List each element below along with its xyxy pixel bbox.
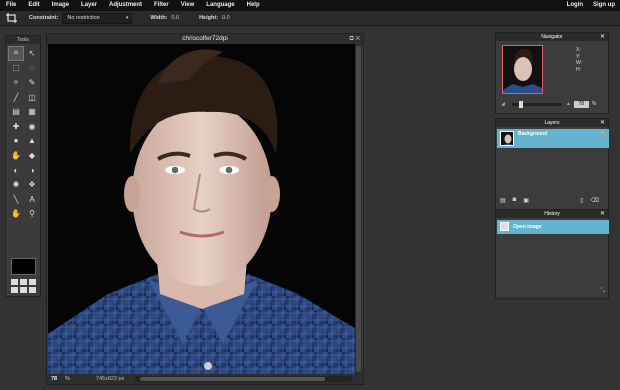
document-titlebar: chriscolfer72dpi ⧉ ✕: [47, 34, 363, 44]
zoom-input[interactable]: 78: [51, 376, 65, 382]
menu-filter[interactable]: Filter: [148, 0, 175, 11]
height-label: Height:: [199, 15, 219, 21]
history-row[interactable]: Open image: [497, 220, 609, 234]
tools-panel: Tools ⌗ ↖ ⬚ ◌ ✧ ✎ ╱ ◫ ▤ ▦ ✚ ◉ ● ▲ ✋ ◆ ◐ ◑ ✺ ❖ ╲ A ✋ ⚲: [5, 35, 41, 297]
menu-help[interactable]: Help: [241, 0, 266, 11]
y-label: Y:: [576, 53, 581, 60]
close-icon[interactable]: ✕: [600, 210, 605, 218]
tools-title: Tools: [6, 36, 40, 44]
close-icon[interactable]: ✕: [600, 33, 605, 41]
x-label: X:: [576, 47, 581, 53]
vertical-scrollbar[interactable]: [355, 44, 362, 374]
brush-icon[interactable]: ╱: [8, 90, 24, 105]
signup-link[interactable]: Sign up: [588, 0, 620, 11]
burn-icon[interactable]: ◑: [24, 163, 40, 178]
layers-footer: ▤ ◙ ▣ ▯ ⌫: [500, 196, 606, 204]
zoom-slider[interactable]: [511, 100, 562, 108]
lasso-icon[interactable]: ◌: [24, 61, 40, 76]
portrait-image: [48, 44, 356, 374]
close-icon[interactable]: ✕: [355, 36, 360, 42]
move-icon[interactable]: ↖: [24, 46, 40, 61]
zoom-unit: %: [65, 376, 70, 382]
gradient-icon[interactable]: ▦: [24, 104, 40, 119]
tool-grid: ⌗ ↖ ⬚ ◌ ✧ ✎ ╱ ◫ ▤ ▦ ✚ ◉ ● ▲ ✋ ◆ ◐ ◑ ✺ ❖ ╲ A ✋ ⚲: [6, 44, 40, 223]
grid-view-icon[interactable]: [11, 279, 36, 293]
layer-settings-icon[interactable]: ▤: [500, 197, 506, 204]
menu-edit[interactable]: Edit: [22, 0, 45, 11]
color-swatch[interactable]: [11, 258, 36, 275]
eraser-icon[interactable]: ◫: [24, 90, 40, 105]
document-statusbar: 78 % 745x823 px: [47, 374, 363, 384]
navigator-zoom-row: ◢ ▲ 78 %: [501, 100, 605, 108]
login-link[interactable]: Login: [562, 0, 588, 11]
options-bar: Constraint: No restriction ▾ Width: 0.0 …: [0, 11, 620, 26]
bloat-icon[interactable]: ✺: [8, 177, 24, 192]
pinch-icon[interactable]: ❖: [24, 177, 40, 192]
type-icon[interactable]: A: [24, 192, 40, 207]
width-value[interactable]: 0.0: [171, 15, 179, 21]
open-image-icon: [500, 222, 509, 231]
layer-row[interactable]: Background 🔒: [497, 129, 609, 148]
dodge-icon[interactable]: ◐: [8, 163, 24, 178]
horizontal-scrollbar[interactable]: [134, 376, 353, 382]
height-value[interactable]: 0.0: [222, 15, 230, 21]
image-canvas[interactable]: [48, 44, 356, 374]
smudge-icon[interactable]: ✋: [8, 148, 24, 163]
pencil-icon[interactable]: ✎: [24, 75, 40, 90]
menu-adjustment[interactable]: Adjustment: [103, 0, 148, 11]
menu-layer[interactable]: Layer: [75, 0, 103, 11]
history-item-name: Open image: [513, 224, 542, 230]
layer-thumbnail: [500, 131, 514, 146]
sharpen-icon[interactable]: ▲: [24, 134, 40, 149]
menu-language[interactable]: Language: [200, 0, 240, 11]
menu-file[interactable]: File: [0, 0, 22, 11]
document-window: chriscolfer72dpi ⧉ ✕ 78 % 745x823 px: [46, 33, 364, 385]
bucket-icon[interactable]: ▤: [8, 104, 24, 119]
sponge-icon[interactable]: ◆: [24, 148, 40, 163]
maximize-icon[interactable]: ⧉: [349, 36, 353, 42]
layer-style-icon[interactable]: ▣: [523, 197, 529, 204]
crop-icon[interactable]: ⌗: [8, 46, 24, 61]
menu-image[interactable]: Image: [46, 0, 75, 11]
zoom-out-icon[interactable]: ◢: [501, 101, 505, 107]
layer-name: Background: [518, 131, 548, 137]
history-panel: History ✕ Open image ⤡: [495, 209, 609, 299]
menu-bar: File Edit Image Layer Adjustment Filter …: [0, 0, 620, 11]
navigator-zoom-input[interactable]: 78: [573, 100, 589, 108]
resize-handle-icon[interactable]: ⤡: [600, 288, 605, 295]
layers-title: Layers: [544, 120, 560, 126]
width-label: Width:: [150, 15, 168, 21]
lock-icon[interactable]: 🔒: [600, 131, 606, 137]
crop-icon: [5, 12, 19, 24]
constraint-label: Constraint:: [29, 15, 59, 21]
red-eye-icon[interactable]: ◉: [24, 119, 40, 134]
marquee-icon[interactable]: ⬚: [8, 61, 24, 76]
image-size: 745x823 px: [95, 376, 125, 382]
layer-mask-icon[interactable]: ◙: [513, 197, 517, 203]
delete-layer-icon[interactable]: ⌫: [591, 197, 599, 204]
wand-icon[interactable]: ✧: [8, 75, 24, 90]
navigator-zoom-unit: %: [591, 101, 597, 107]
zoom-icon[interactable]: ⚲: [24, 207, 40, 222]
layers-panel: Layers ✕ Background 🔒 ▤ ◙ ▣ ▯ ⌫: [495, 118, 609, 210]
history-title: History: [544, 211, 560, 217]
drop-icon[interactable]: ●: [8, 134, 24, 149]
w-label: W:: [576, 60, 583, 67]
navigator-thumbnail[interactable]: [502, 45, 543, 94]
navigator-coords: X: Y: W: H:: [576, 47, 582, 73]
menu-view[interactable]: View: [175, 0, 201, 11]
navigator-title: Navigator: [541, 34, 563, 40]
navigator-panel: Navigator ✕ X: Y: W: H: ◢ ▲ 78 %: [495, 32, 609, 114]
chevron-down-icon: ▾: [125, 14, 129, 21]
new-layer-icon[interactable]: ▯: [580, 197, 583, 204]
close-icon[interactable]: ✕: [600, 119, 605, 127]
document-title: chriscolfer72dpi: [182, 35, 228, 42]
zoom-in-icon[interactable]: ▲: [566, 101, 571, 107]
picker-icon[interactable]: ╲: [8, 192, 24, 207]
hand-icon[interactable]: ✋: [8, 207, 24, 222]
clone-icon[interactable]: ✚: [8, 119, 24, 134]
constraint-select[interactable]: No restriction ▾: [62, 12, 133, 24]
constraint-value: No restriction: [67, 14, 100, 21]
h-label: H:: [576, 66, 581, 73]
